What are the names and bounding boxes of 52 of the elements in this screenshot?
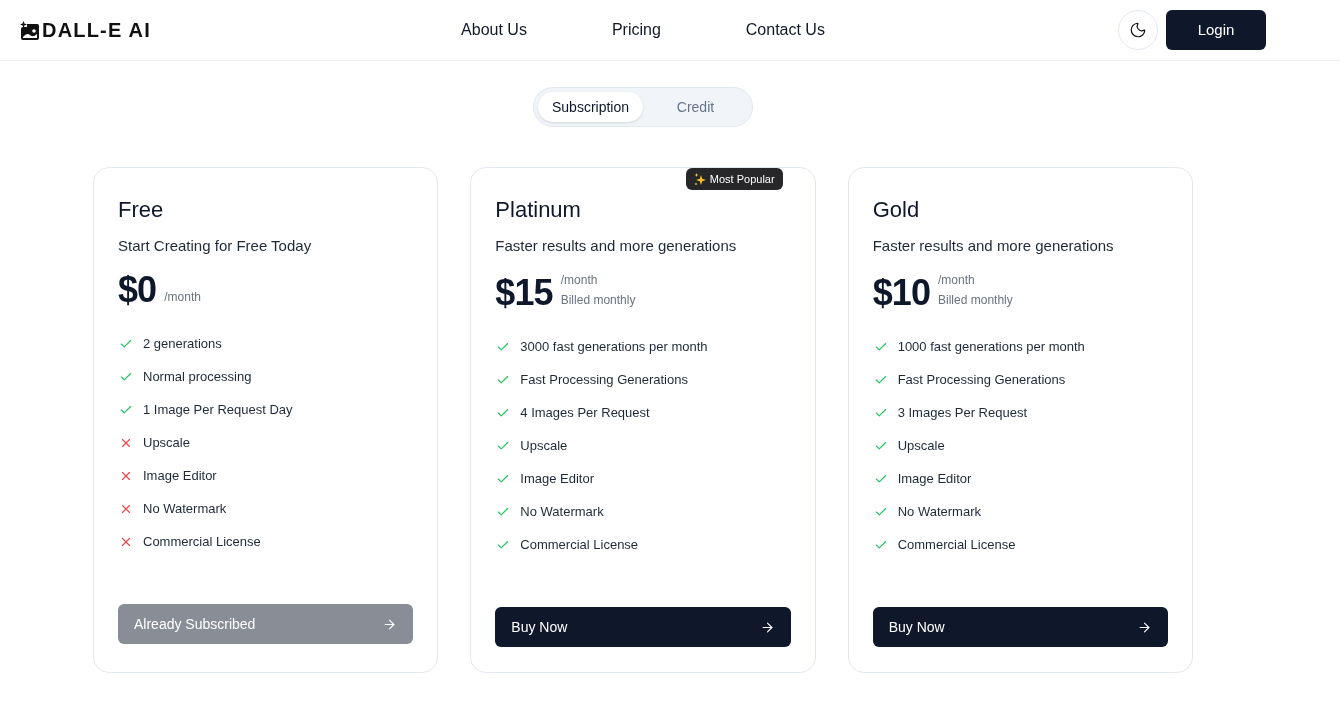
feature-text: Commercial License xyxy=(897,536,1016,554)
feature-text: No Watermark xyxy=(520,503,604,521)
feature-text: Upscale xyxy=(897,437,945,455)
plan-tagline: Faster results and more generations xyxy=(872,236,1115,256)
feature-text: 3 Images Per Request xyxy=(897,404,1027,422)
feature-text: Image Editor xyxy=(143,467,217,485)
price-period: /month xyxy=(560,272,599,289)
feature-text: 1 Image Per Request Day xyxy=(143,401,293,419)
plan-tagline: Faster results and more generations xyxy=(495,236,738,256)
feature-text: No Watermark xyxy=(897,503,981,521)
feature-text: 1000 fast generations per month xyxy=(897,338,1085,356)
buy-button[interactable]: Buy Now xyxy=(495,607,791,647)
badge-text: Most Popular xyxy=(709,173,775,185)
billing-note: Billed monthly xyxy=(560,292,636,309)
feature-text: Upscale xyxy=(143,434,190,452)
feature-text: Image Editor xyxy=(520,470,595,488)
plan-price: $0 xyxy=(118,270,157,310)
logo-icon xyxy=(20,20,39,40)
feature-text: No Watermark xyxy=(143,500,227,518)
theme-toggle-button[interactable] xyxy=(1118,10,1158,50)
moon-icon xyxy=(1129,21,1147,39)
login-button[interactable]: Login xyxy=(1166,10,1266,50)
feature-text: Image Editor xyxy=(897,470,972,488)
feature-text: Fast Processing Generations xyxy=(897,371,1066,389)
feature-text: 4 Images Per Request xyxy=(520,404,650,422)
plan-name: Platinum xyxy=(495,196,582,224)
feature-text: Commercial License xyxy=(520,536,639,554)
sparkles-icon xyxy=(693,172,706,186)
price-period: /month xyxy=(938,272,976,289)
nav-link[interactable]: About Us xyxy=(461,18,527,42)
feature-text: 2 generations xyxy=(143,335,222,353)
price-period: /month xyxy=(164,289,201,306)
feature-text: 3000 fast generations per month xyxy=(520,338,708,356)
feature-text: Upscale xyxy=(520,437,568,455)
nav-link[interactable]: Pricing xyxy=(611,18,661,42)
logo-text: DALL-E AI xyxy=(42,20,151,40)
arrow-right-icon xyxy=(382,616,398,632)
nav-link[interactable]: Contact Us xyxy=(745,18,825,42)
plan-tagline: Start Creating for Free Today xyxy=(118,236,313,256)
plan-name: Gold xyxy=(872,196,921,224)
plan-price: $10 xyxy=(872,273,931,313)
buy-button[interactable]: Buy Now xyxy=(872,607,1168,647)
billing-tab[interactable]: Subscription xyxy=(538,92,643,122)
billing-note: Billed monthly xyxy=(938,292,1013,309)
feature-text: Fast Processing Generations xyxy=(520,371,688,389)
feature-text: Normal processing xyxy=(143,368,252,386)
plan-price: $15 xyxy=(495,273,553,313)
plan-name: Free xyxy=(118,196,165,224)
feature-text: Commercial License xyxy=(143,533,261,551)
arrow-right-icon xyxy=(1137,619,1152,635)
billing-tab[interactable]: Credit xyxy=(643,92,748,122)
arrow-right-icon xyxy=(759,619,775,635)
